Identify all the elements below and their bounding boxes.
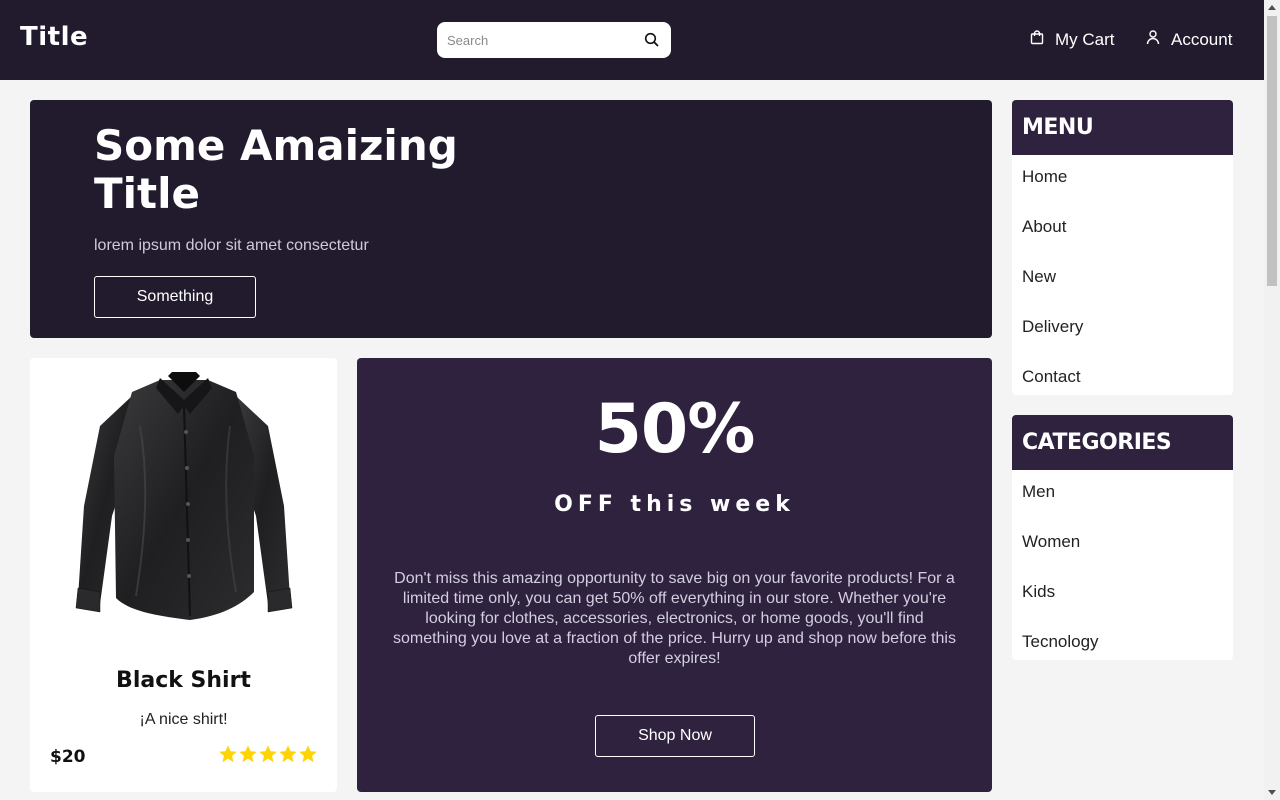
hero-title: Some Amaizing Title (94, 121, 458, 218)
category-item-men[interactable]: Men (1012, 470, 1233, 520)
menu-item-home[interactable]: Home (1012, 155, 1233, 205)
star-icon (299, 745, 317, 763)
promo-headline: 50% (594, 390, 756, 469)
promo-banner: 50% OFF this week Don't miss this amazin… (357, 358, 992, 792)
product-name[interactable]: Black Shirt (30, 668, 337, 693)
hero-subtitle: lorem ipsum dolor sit amet consectetur (94, 237, 369, 254)
hero-cta-button[interactable]: Something (94, 276, 256, 318)
menu-item-new[interactable]: New (1012, 255, 1233, 305)
my-cart-label: My Cart (1055, 29, 1115, 49)
menu-item-about[interactable]: About (1012, 205, 1233, 255)
menu-title: MENU (1012, 100, 1233, 155)
page-scrollbar[interactable] (1264, 0, 1280, 800)
product-image[interactable] (40, 366, 327, 654)
scroll-up-icon[interactable] (1268, 5, 1276, 10)
product-description: ¡A nice shirt! (139, 711, 228, 728)
search-box (437, 22, 671, 58)
search-input[interactable] (447, 30, 637, 50)
my-cart-link[interactable]: My Cart (1029, 29, 1115, 50)
category-item-kids[interactable]: Kids (1012, 570, 1233, 620)
product-price: $20 (50, 747, 86, 767)
star-icon (279, 745, 297, 763)
hero-banner: Some Amaizing Title lorem ipsum dolor si… (30, 100, 992, 338)
menu-panel: MENU Home About New Delivery Contact (1012, 100, 1233, 395)
menu-item-delivery[interactable]: Delivery (1012, 305, 1233, 355)
scroll-down-icon[interactable] (1268, 790, 1276, 795)
user-icon (1145, 29, 1161, 50)
product-rating (218, 744, 318, 764)
star-icon (219, 745, 237, 763)
promo-subheadline: OFF this week (554, 492, 795, 517)
top-navbar: Title My Cart Account (0, 0, 1264, 80)
search-icon[interactable] (643, 31, 661, 49)
product-card[interactable]: Black Shirt ¡A nice shirt! $20 (30, 358, 337, 792)
shopping-bag-icon (1029, 29, 1045, 50)
account-label: Account (1171, 29, 1233, 49)
category-item-women[interactable]: Women (1012, 520, 1233, 570)
star-icon (239, 745, 257, 763)
promo-text: Don't miss this amazing opportunity to s… (393, 570, 956, 667)
menu-item-contact[interactable]: Contact (1012, 355, 1233, 395)
categories-title: CATEGORIES (1012, 415, 1233, 470)
account-link[interactable]: Account (1145, 29, 1232, 50)
shop-now-button[interactable]: Shop Now (595, 715, 755, 757)
site-logo[interactable]: Title (20, 22, 88, 52)
category-item-tecnology[interactable]: Tecnology (1012, 620, 1233, 660)
star-icon (259, 745, 277, 763)
scrollbar-thumb[interactable] (1267, 16, 1277, 286)
categories-panel: CATEGORIES Men Women Kids Tecnology (1012, 415, 1233, 660)
